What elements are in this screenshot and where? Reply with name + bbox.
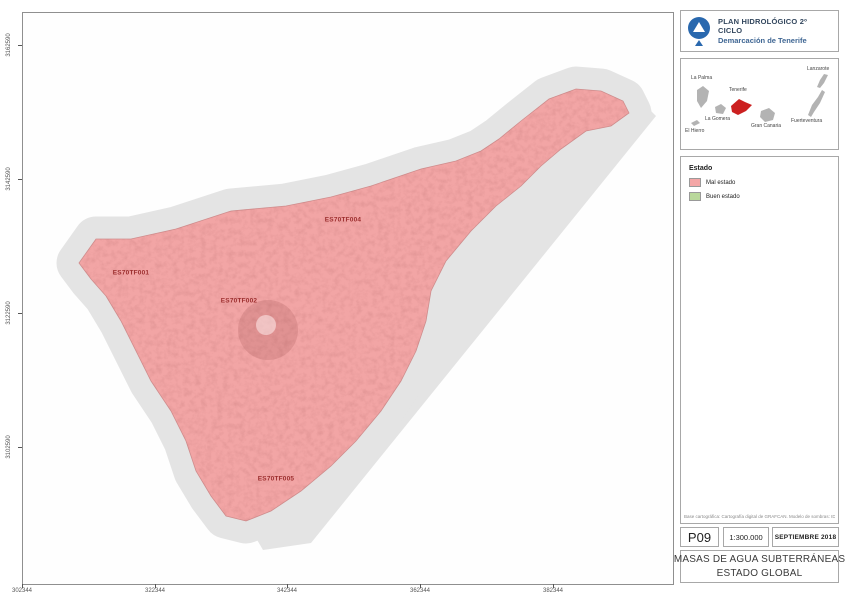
y-axis-label: 3122590: [6, 301, 12, 324]
y-axis-tick: [18, 45, 22, 46]
inset-label-la-palma: La Palma: [691, 75, 712, 81]
x-axis-label: 322344: [145, 588, 165, 594]
groundwater-body-label: ES70TF005: [258, 476, 295, 483]
map-date: SEPTIEMBRE 2018: [772, 527, 839, 547]
hillshade-texture: [23, 13, 673, 584]
x-axis-label: 342344: [277, 588, 297, 594]
y-axis-tick: [18, 447, 22, 448]
inset-fuerteventura: [808, 90, 825, 117]
map-title-box: MASAS DE AGUA SUBTERRÁNEAS ESTADO GLOBAL: [680, 550, 839, 583]
y-axis-label: 3102590: [6, 435, 12, 458]
inset-la-palma: [697, 86, 709, 108]
tenerife-map-graphic: [23, 13, 673, 584]
x-axis-label: 382344: [543, 588, 563, 594]
inset-label-el-hierro: El Hierro: [685, 128, 704, 134]
inset-label-lanzarote: Lanzarote: [807, 66, 829, 72]
legend-item-buen-estado: Buen estado: [689, 192, 740, 201]
legend-label: Mal estado: [706, 180, 735, 186]
legend-label: Buen estado: [706, 194, 740, 200]
map-scale: 1:300.000: [723, 527, 769, 547]
x-axis-label: 362344: [410, 588, 430, 594]
inset-la-gomera: [715, 104, 726, 114]
legend-swatch-mal-estado: [689, 178, 701, 187]
legend: Estado Mal estado Buen estado Base carto…: [680, 156, 839, 524]
groundwater-body-label: ES70TF001: [113, 270, 150, 277]
x-axis-label: 302344: [12, 588, 32, 594]
plan-title: PLAN HIDROLÓGICO 2º CICLO: [718, 17, 832, 36]
y-axis-tick: [18, 313, 22, 314]
map-title-line1: MASAS DE AGUA SUBTERRÁNEAS: [674, 553, 845, 567]
inset-el-hierro: [691, 120, 700, 126]
inset-label-la-gomera: La Gomera: [705, 116, 730, 122]
inset-tenerife-highlighted: [731, 99, 752, 115]
inset-label-gran-canaria: Gran Canaria: [751, 123, 781, 129]
water-council-logo-icon: [687, 15, 711, 47]
canary-islands-inset: La Palma Tenerife La Gomera El Hierro Gr…: [680, 58, 839, 150]
sheet-number: P09: [680, 527, 719, 547]
y-axis-label: 3142590: [6, 167, 12, 190]
plan-header: PLAN HIDROLÓGICO 2º CICLO Demarcación de…: [680, 10, 839, 52]
groundwater-body-label: ES70TF002: [221, 298, 258, 305]
y-axis-label: 3162590: [6, 33, 12, 56]
inset-label-fuerteventura: Fuerteventura: [791, 118, 822, 124]
cartography-credits: Base cartográfica: Cartografía digital d…: [684, 514, 835, 519]
legend-title: Estado: [689, 165, 712, 172]
inset-gran-canaria: [760, 108, 775, 122]
plan-subtitle: Demarcación de Tenerife: [718, 36, 832, 45]
inset-label-tenerife: Tenerife: [729, 87, 747, 93]
legend-item-mal-estado: Mal estado: [689, 178, 735, 187]
y-axis-tick: [18, 179, 22, 180]
map-sheet: ES70TF001 ES70TF002 ES70TF004 ES70TF005 …: [0, 0, 848, 600]
groundwater-body-label: ES70TF004: [325, 217, 362, 224]
inset-islands-graphic: [681, 59, 838, 149]
map-title-line2: ESTADO GLOBAL: [717, 567, 803, 581]
inset-lanzarote: [817, 74, 828, 88]
main-map: ES70TF001 ES70TF002 ES70TF004 ES70TF005: [22, 12, 674, 585]
legend-swatch-buen-estado: [689, 192, 701, 201]
